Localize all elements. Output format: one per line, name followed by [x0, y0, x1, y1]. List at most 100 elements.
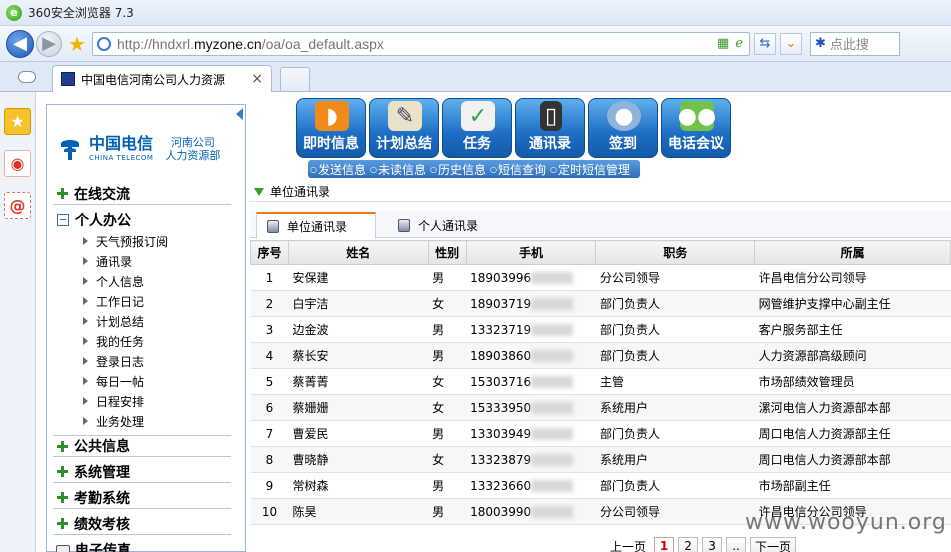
tab-personal-contacts[interactable]: 个人通讯录	[388, 212, 488, 239]
weibo-icon[interactable]: ◉	[4, 150, 31, 177]
brand-name-cn: 中国电信	[89, 134, 154, 153]
table-row[interactable]: 5 蔡菁菁女 15303716 主管 市场部绩效管理员	[250, 368, 951, 395]
table-row[interactable]: 4 蔡长安男 18903860 部门负责人 人力资源部高级顾问	[250, 342, 951, 369]
top-toolbar: ◗ 即时信息 ✎ 计划总结 ✓ 任务 ▯ 通讯录 ● 签到 ●● 电话会议	[296, 98, 736, 160]
nav-item-business[interactable]: 业务处理	[83, 411, 144, 431]
nav-item-daily-post[interactable]: 每日一帖	[83, 371, 144, 391]
plus-icon	[57, 518, 68, 529]
triangle-right-icon	[83, 357, 88, 365]
browser-logo-icon: e	[6, 4, 22, 21]
address-bar[interactable]: http://hndxrl.myzone.cn/oa/oa_default.as…	[91, 31, 750, 56]
triangle-right-icon	[83, 297, 88, 305]
person-card-icon	[398, 219, 410, 232]
tab-close-icon[interactable]: ×	[251, 71, 263, 87]
dropdown-button[interactable]: ⌄	[779, 32, 802, 55]
col-phone[interactable]: 手机	[465, 240, 597, 265]
table-row[interactable]: 8 曹晓静女 13323879 系统用户 周口电信人力资源部本部	[250, 446, 951, 473]
prev-page-link[interactable]: 上一页	[606, 537, 650, 552]
page-ellipsis-button[interactable]: ..	[726, 537, 747, 552]
nav-section-online-chat[interactable]: 在线交流	[53, 183, 231, 205]
toolbar-instant-message-button[interactable]: ◗ 即时信息	[296, 98, 366, 158]
forward-button[interactable]: ▶	[36, 30, 62, 57]
brand-branch: 河南公司 人力资源部	[165, 136, 221, 162]
col-no[interactable]: 序号	[250, 240, 289, 265]
triangle-right-icon	[83, 397, 88, 405]
table-row[interactable]: 6 蔡姗姗女 15333950 系统用户 漯河电信人力资源部本部	[250, 394, 951, 421]
pagination: 上一页 1 2 3 .. 下一页	[606, 537, 797, 552]
back-button[interactable]: ◀	[6, 29, 34, 58]
link-send-message[interactable]: 发送信息	[318, 161, 366, 178]
page-1-button[interactable]: 1	[654, 537, 675, 552]
breadcrumb: 单位通讯录	[250, 182, 951, 202]
favorites-star-icon[interactable]: ★	[4, 108, 31, 135]
link-unread-message[interactable]: 未读信息	[378, 161, 426, 178]
rss-icon: ◗	[315, 101, 349, 131]
plus-icon	[57, 440, 68, 452]
contact-tabs: 单位通讯录 个人通讯录	[250, 210, 951, 239]
nav-section-e-fax[interactable]: 电子传真	[53, 539, 231, 552]
search-engine-icon[interactable]: ✱	[815, 36, 826, 51]
person-card-icon	[267, 219, 279, 233]
table-row[interactable]: 1 安保建男 18903996 分公司领导 许昌电信分公司领导	[250, 264, 951, 291]
ie-mode-icon[interactable]: ℯ	[735, 36, 743, 51]
nav-item-plan-summary[interactable]: 计划总结	[83, 311, 144, 331]
toolbar-plan-summary-button[interactable]: ✎ 计划总结	[369, 98, 439, 158]
col-gender[interactable]: 性别	[427, 240, 467, 265]
table-row[interactable]: 9 常树森男 13323660 部门负责人 市场部副主任	[250, 472, 951, 499]
refresh-button[interactable]: ⇆	[753, 32, 776, 55]
nav-item-login-log[interactable]: 登录日志	[83, 351, 144, 371]
nav-item-contacts[interactable]: 通讯录	[83, 251, 132, 271]
cloud-icon[interactable]	[18, 71, 36, 83]
col-title[interactable]: 职务	[595, 240, 756, 265]
qr-code-icon[interactable]: ▦	[717, 36, 729, 51]
favorite-star-icon[interactable]: ★	[68, 32, 86, 56]
nav-item-weather[interactable]: 天气预报订阅	[83, 231, 168, 251]
browser-tab-active[interactable]: 中国电信河南公司人力资源 ×	[52, 65, 272, 92]
arrow-down-icon	[254, 187, 264, 196]
page-3-button[interactable]: 3	[702, 537, 723, 552]
notepad-icon: ✓	[461, 101, 495, 131]
next-page-button[interactable]: 下一页	[750, 537, 797, 552]
nav-section-public-info[interactable]: 公共信息	[53, 435, 231, 457]
browser-titlebar: e 360安全浏览器 7.3	[0, 0, 951, 26]
nav-item-profile[interactable]: 个人信息	[83, 271, 144, 291]
collapse-arrow-icon[interactable]	[236, 108, 243, 120]
triangle-right-icon	[83, 257, 88, 265]
search-box[interactable]: ✱ 点此搜	[809, 31, 900, 56]
toolbar-sign-in-button[interactable]: ● 签到	[588, 98, 658, 158]
group-icon: ●●	[678, 101, 716, 131]
nav-item-work-diary[interactable]: 工作日记	[83, 291, 144, 311]
link-scheduled-sms[interactable]: 定时短信管理	[558, 161, 630, 178]
nav-section-attendance[interactable]: 考勤系统	[53, 487, 231, 509]
clipboard-icon: ✎	[388, 101, 422, 131]
link-sms-query[interactable]: 短信查询	[498, 161, 546, 178]
tab-favicon-icon	[61, 72, 75, 86]
plus-icon	[57, 492, 68, 503]
minus-icon	[57, 214, 69, 226]
nav-section-performance[interactable]: 绩效考核	[53, 513, 231, 535]
browser-sidebar: ★ ◉ @	[0, 92, 36, 552]
browser-navbar: ◀ ▶ ★ http://hndxrl.myzone.cn/oa/oa_defa…	[0, 26, 951, 62]
url-text[interactable]: http://hndxrl.myzone.cn/oa/oa_default.as…	[117, 36, 384, 52]
triangle-right-icon	[83, 377, 88, 385]
col-unit[interactable]: 所属	[754, 240, 951, 265]
table-row[interactable]: 7 曹爱民男 13303949 部门负责人 周口电信人力资源部主任	[250, 420, 951, 447]
nav-section-system-admin[interactable]: 系统管理	[53, 461, 231, 483]
email-icon[interactable]: @	[4, 192, 31, 219]
table-row[interactable]: 3 边金波男 13323719 部门负责人 客户服务部主任	[250, 316, 951, 343]
nav-item-schedule[interactable]: 日程安排	[83, 391, 144, 411]
link-history-message[interactable]: 历史信息	[438, 161, 486, 178]
china-telecom-logo: 中国电信 CHINA TELECOM 河南公司 人力资源部	[57, 129, 237, 169]
main-panel: 单位通讯录 单位通讯录 个人通讯录 序号 姓名 性别 手机 职务 所属 1 安保…	[250, 182, 951, 552]
nav-section-personal-office[interactable]: 个人办公	[53, 209, 231, 231]
toolbar-task-button[interactable]: ✓ 任务	[442, 98, 512, 158]
toolbar-contacts-button[interactable]: ▯ 通讯录	[515, 98, 585, 158]
new-tab-button[interactable]	[280, 67, 310, 91]
address-tools: ▦ ℯ	[717, 36, 749, 51]
table-row[interactable]: 2 白宇洁女 18903719 部门负责人 网管维护支撑中心副主任	[250, 290, 951, 317]
nav-item-my-tasks[interactable]: 我的任务	[83, 331, 144, 351]
tab-unit-contacts[interactable]: 单位通讯录	[256, 212, 376, 239]
col-name[interactable]: 姓名	[287, 240, 429, 265]
toolbar-conference-call-button[interactable]: ●● 电话会议	[661, 98, 731, 158]
page-2-button[interactable]: 2	[678, 537, 699, 552]
